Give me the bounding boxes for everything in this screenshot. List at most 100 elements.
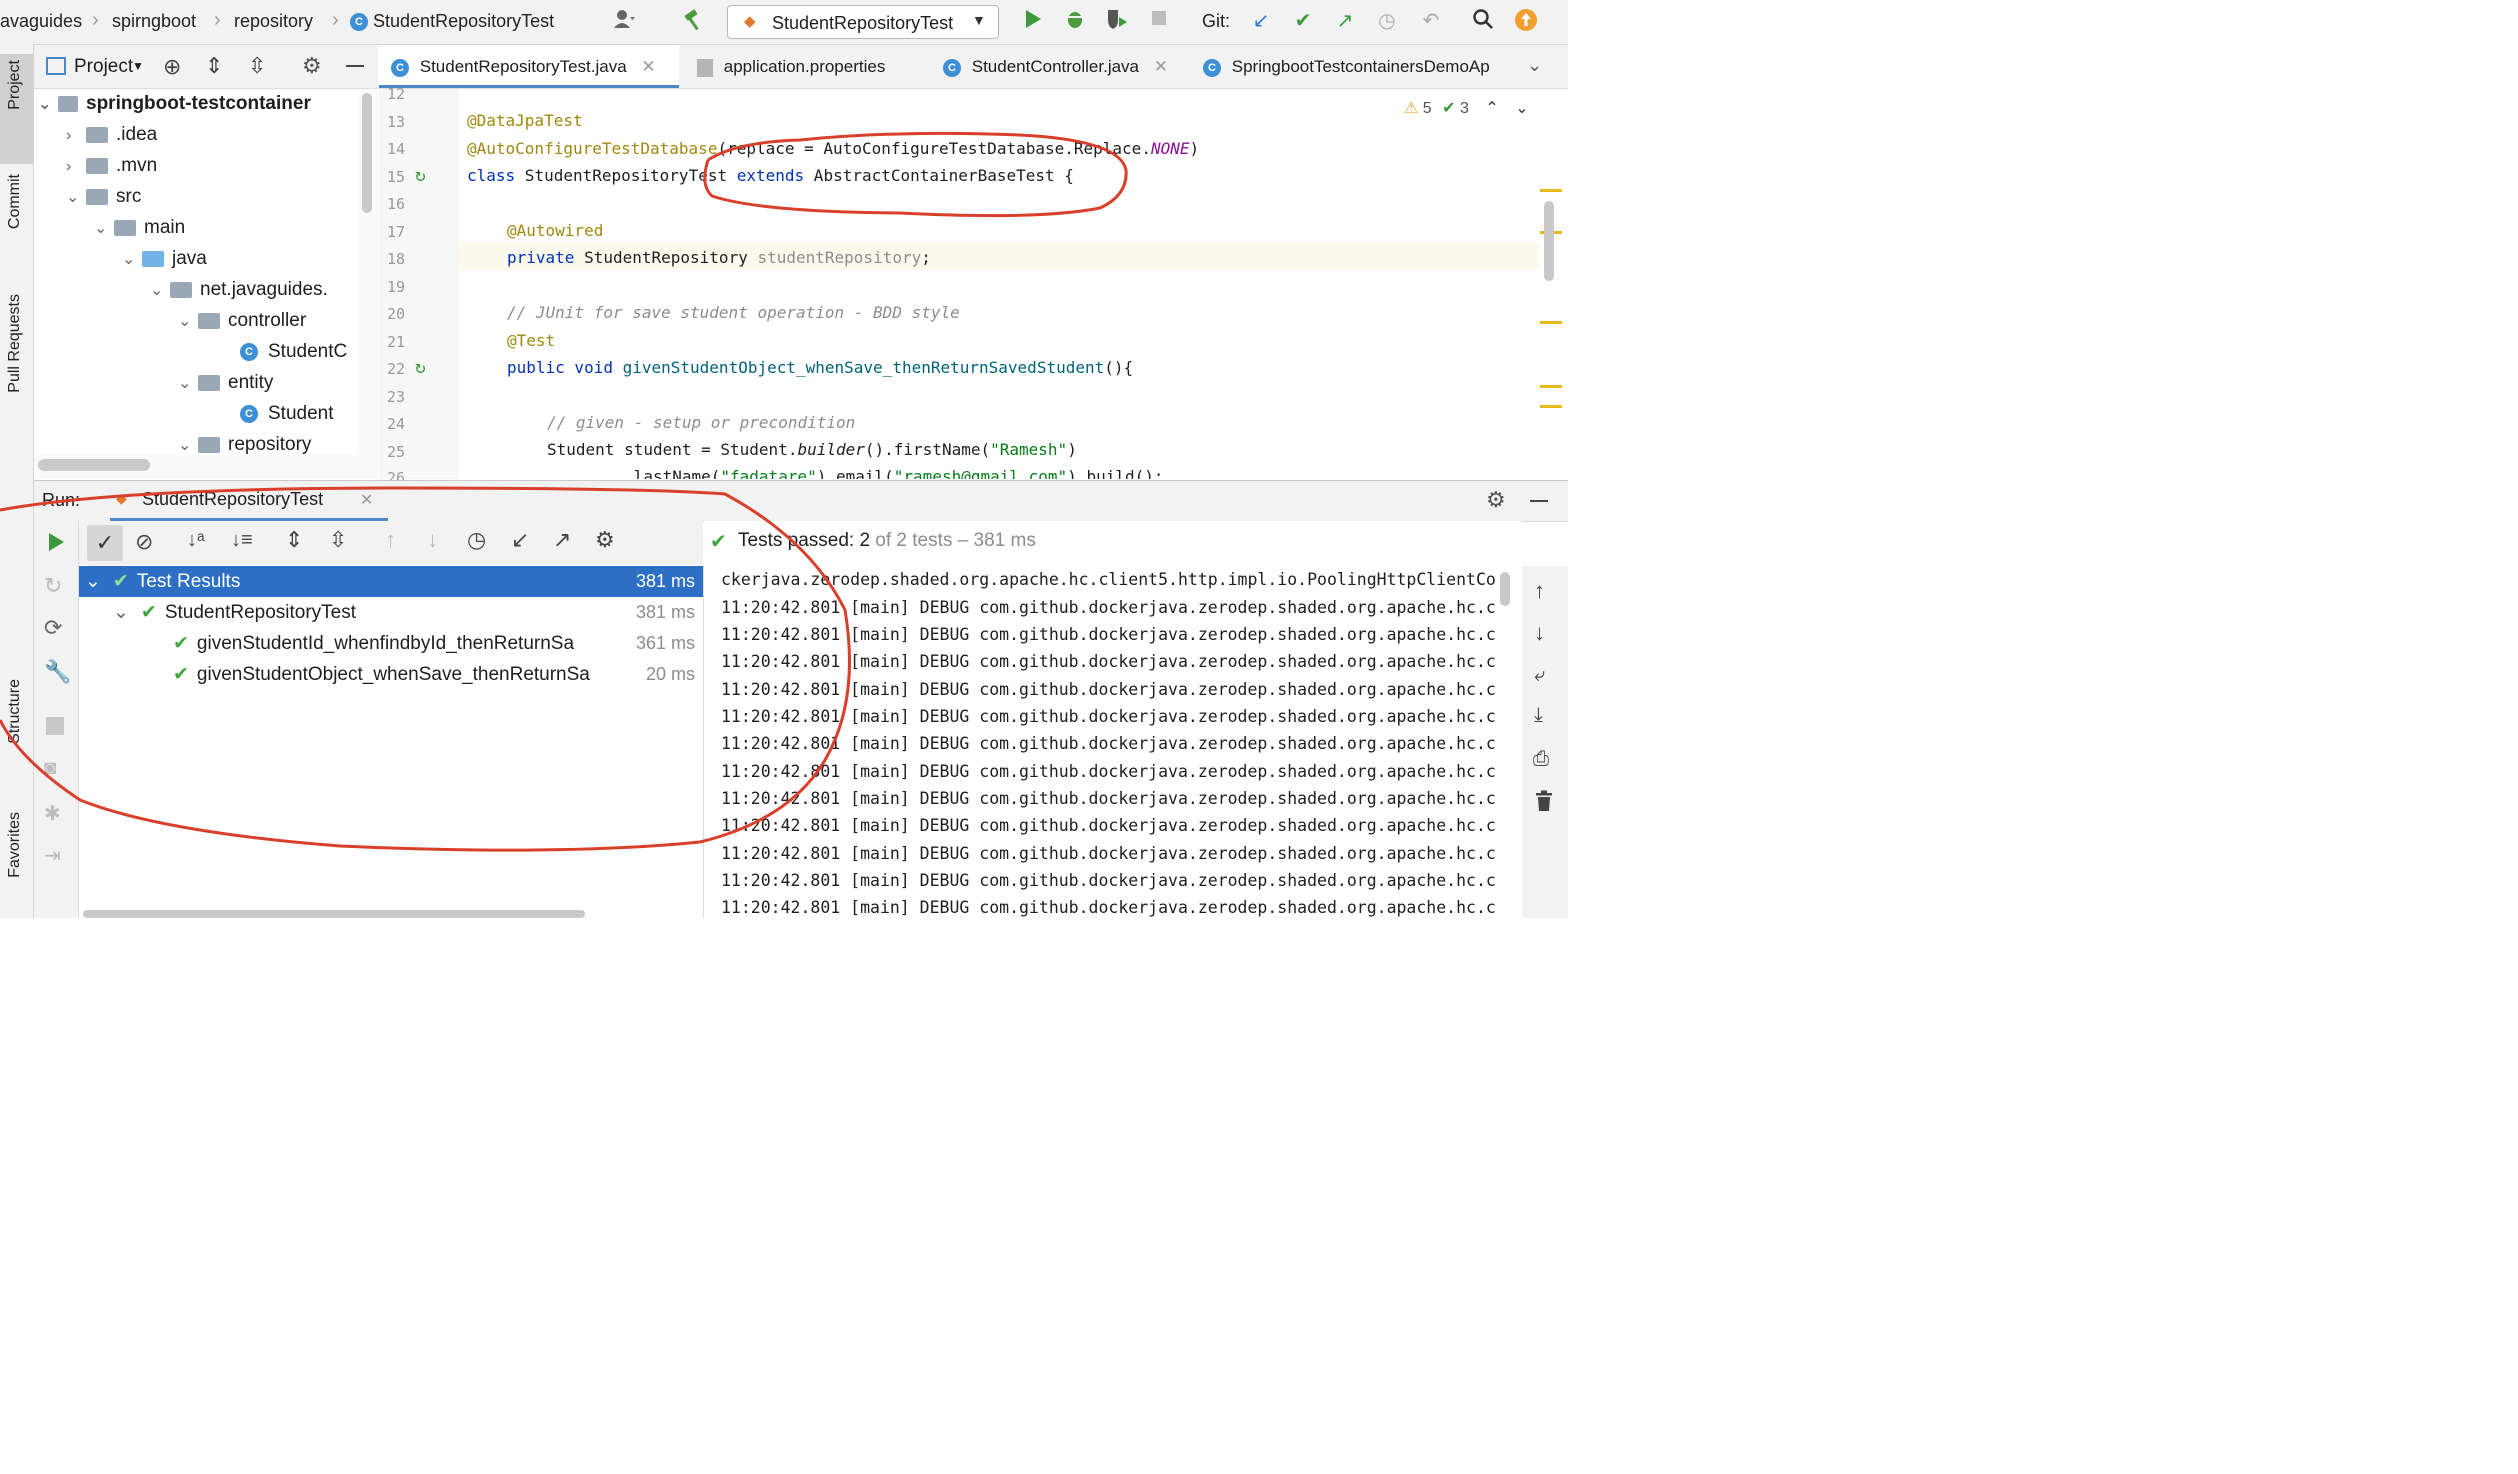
inspection-widget[interactable]: ⚠ 5 ✔ 3 ⌃ ⌄ xyxy=(1404,98,1529,122)
scrollbar-thumb[interactable] xyxy=(1544,201,1554,281)
git-update-icon[interactable]: ↙ xyxy=(1248,8,1274,34)
minimize-icon[interactable] xyxy=(1530,500,1548,502)
gear-icon[interactable]: ⚙ xyxy=(302,53,322,79)
tree-item-controller[interactable]: ⌄ controller xyxy=(178,306,306,336)
test-suite-row[interactable]: ⌄ ✔ StudentRepositoryTest 381 ms xyxy=(79,597,703,628)
expand-all-icon[interactable]: ⇕ xyxy=(205,53,223,79)
show-passed-icon[interactable]: ✓ xyxy=(87,525,123,561)
tree-item-mvn[interactable]: › .mvn xyxy=(66,151,157,181)
debug-icon[interactable]: ✱ xyxy=(44,801,61,826)
export-icon[interactable]: ↗ xyxy=(553,527,571,553)
tree-item-studentcontroller[interactable]: C StudentC xyxy=(240,337,347,367)
scrollbar-thumb[interactable] xyxy=(1500,572,1510,606)
tree-item-idea[interactable]: › .idea xyxy=(66,120,157,150)
expand-icon[interactable]: ⇕ xyxy=(285,527,303,553)
close-icon[interactable]: ✕ xyxy=(1154,57,1168,76)
close-icon[interactable]: ✕ xyxy=(641,57,655,76)
structure-tool-label[interactable]: Structure xyxy=(6,679,24,744)
gear-icon[interactable]: ⚙ xyxy=(1486,487,1506,513)
close-icon[interactable]: ✕ xyxy=(360,490,373,510)
tree-item-src[interactable]: ⌄ src xyxy=(66,182,141,212)
scrollbar-thumb[interactable] xyxy=(362,93,372,213)
test-case-row[interactable]: ✔ givenStudentId_whenfindbyId_thenReturnS… xyxy=(79,628,703,659)
tree-item-student[interactable]: C Student xyxy=(240,399,334,429)
chevron-down-icon[interactable]: ⌄ xyxy=(1527,55,1542,76)
gear-icon[interactable]: ⚙ xyxy=(595,527,615,553)
test-results-root[interactable]: ⌄ ✔ Test Results 381 ms xyxy=(79,566,703,597)
rerun-icon[interactable] xyxy=(46,531,66,558)
warning-marker[interactable] xyxy=(1540,385,1562,388)
run-test-method-gutter-icon[interactable]: ↻ xyxy=(415,357,426,378)
scroll-end-icon[interactable]: ⤓ xyxy=(1534,704,1543,727)
coverage-icon[interactable] xyxy=(1104,8,1130,34)
stop-icon[interactable] xyxy=(1146,8,1172,34)
breadcrumb-class[interactable]: C StudentRepositoryTest xyxy=(350,11,554,32)
collapse-all-icon[interactable]: ⇳ xyxy=(248,53,266,79)
soft-wrap-icon[interactable]: ⤶ xyxy=(1534,664,1545,687)
console-output[interactable]: ckerjava.zerodep.shaded.org.apache.hc.cl… xyxy=(704,566,1522,918)
print-icon[interactable]: ⎙ xyxy=(1533,748,1549,771)
breadcrumb-module[interactable]: spirngboot xyxy=(112,11,196,32)
chevron-down-icon[interactable]: ▼ xyxy=(132,59,144,73)
down-icon[interactable]: ↓ xyxy=(1534,620,1545,646)
tree-item-java[interactable]: ⌄ java xyxy=(122,244,207,274)
next-failed-icon[interactable]: ↓ xyxy=(427,527,438,553)
pull-requests-tool-label[interactable]: Pull Requests xyxy=(6,294,24,393)
show-ignored-icon[interactable]: ⊘ xyxy=(135,529,153,555)
stop-icon[interactable] xyxy=(46,717,64,735)
locate-icon[interactable]: ⊕ xyxy=(163,54,181,80)
tree-item-main[interactable]: ⌄ main xyxy=(94,213,185,243)
rollback-icon[interactable]: ↶ xyxy=(1418,8,1444,34)
tree-item-repository[interactable]: ⌄ repository xyxy=(178,430,311,455)
commit-tool-label[interactable]: Commit xyxy=(6,174,24,229)
tree-item-entity[interactable]: ⌄ entity xyxy=(178,368,273,398)
toggle-auto-test-icon[interactable]: ⟳ xyxy=(44,615,62,641)
git-commit-icon[interactable]: ✔ xyxy=(1290,8,1316,34)
breadcrumb-project[interactable]: avaguides xyxy=(0,11,82,32)
test-case-row[interactable]: ✔ givenStudentObject_whenSave_thenReturnS… xyxy=(79,659,703,690)
up-icon[interactable]: ↑ xyxy=(1534,578,1545,604)
warning-marker[interactable] xyxy=(1540,321,1562,324)
search-icon[interactable] xyxy=(1470,8,1496,34)
project-vertical-scrollbar[interactable] xyxy=(358,89,378,455)
breadcrumb-package[interactable]: repository xyxy=(234,11,313,32)
scrollbar-thumb[interactable] xyxy=(38,459,150,471)
next-highlight-icon[interactable]: ⌄ xyxy=(1515,100,1528,117)
run-configuration-select[interactable]: ◆ StudentRepositoryTest ▼ xyxy=(727,5,999,39)
project-horizontal-scrollbar[interactable] xyxy=(34,455,378,479)
warning-marker[interactable] xyxy=(1540,189,1562,192)
code-editor[interactable]: @DataJpaTest @AutoConfigureTestDatabase(… xyxy=(459,89,1539,479)
history-icon[interactable]: ◷ xyxy=(1374,8,1400,34)
tab-application[interactable]: C SpringbootTestcontainersDemoAp xyxy=(1191,45,1533,88)
rerun-failed-icon[interactable]: ↻ xyxy=(44,573,62,599)
update-icon[interactable] xyxy=(1513,8,1539,34)
sort-alpha-icon[interactable]: ↓ᵃ xyxy=(187,529,204,552)
tree-item-package[interactable]: ⌄ net.javaguides. xyxy=(150,275,328,305)
exit-icon[interactable]: ⇥ xyxy=(44,843,61,868)
prev-failed-icon[interactable]: ↑ xyxy=(385,527,396,553)
person-icon[interactable] xyxy=(612,8,638,34)
hammer-icon[interactable] xyxy=(681,8,707,34)
git-push-icon[interactable]: ↗ xyxy=(1332,8,1358,34)
tab-application-properties[interactable]: application.properties xyxy=(685,45,941,88)
tree-item-root[interactable]: ⌄ springboot-testcontainer xyxy=(38,89,311,119)
warning-marker[interactable] xyxy=(1540,405,1562,408)
run-test-class-gutter-icon[interactable]: ↻ xyxy=(415,165,426,186)
project-panel-title[interactable]: Project xyxy=(74,56,133,78)
run-tab[interactable]: ◆ StudentRepositoryTest ✕ xyxy=(110,481,388,521)
tab-studentrepositorytest[interactable]: C StudentRepositoryTest.java ✕ xyxy=(379,45,679,88)
wrench-icon[interactable]: 🔧 xyxy=(44,659,71,685)
import-icon[interactable]: ↙ xyxy=(511,527,529,553)
collapse-icon[interactable]: ⇳ xyxy=(329,527,347,553)
sort-duration-icon[interactable]: ↓≡ xyxy=(231,529,253,552)
editor-error-stripe[interactable] xyxy=(1540,89,1568,479)
test-history-icon[interactable]: ◷ xyxy=(467,527,486,553)
previous-highlight-icon[interactable]: ⌃ xyxy=(1485,100,1498,117)
run-icon[interactable] xyxy=(1020,8,1046,34)
trash-icon[interactable] xyxy=(1535,790,1553,817)
favorites-tool-label[interactable]: Favorites xyxy=(6,812,24,878)
scrollbar-thumb[interactable] xyxy=(83,910,585,918)
project-tool-label[interactable]: Project xyxy=(6,60,24,110)
minimize-icon[interactable] xyxy=(346,65,364,67)
debug-icon[interactable] xyxy=(1062,8,1088,34)
